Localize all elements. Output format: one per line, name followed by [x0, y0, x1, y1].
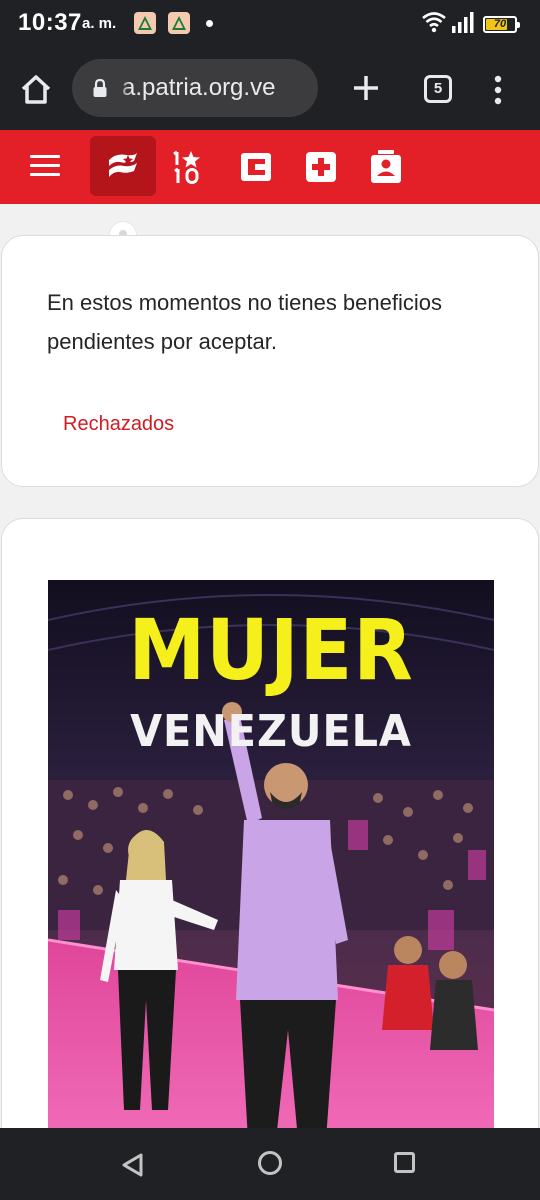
home-icon[interactable] [16, 70, 56, 110]
browser-toolbar: a.patria.org.ve 5 [0, 48, 540, 130]
battery-icon: 70 [483, 16, 520, 33]
empty-state-message: En estos momentos no tienes beneficios p… [47, 290, 443, 354]
banner-title: MUJER [128, 601, 414, 699]
more-vert-icon[interactable] [484, 70, 512, 110]
banner-image[interactable]: MUJER VENEZUELA [48, 580, 494, 1128]
status-bar: 10:37 a. m. 70 [0, 0, 540, 48]
lock-icon [93, 78, 107, 97]
health-cross-icon[interactable] [303, 149, 339, 185]
notification-dot-icon [206, 20, 213, 27]
banner-subtitle: VENEZUELA [130, 706, 412, 757]
menu-icon[interactable] [30, 155, 60, 179]
banner-card: MUJER VENEZUELA [1, 518, 539, 1128]
android-nav-bar [0, 1128, 540, 1200]
battery-tip [517, 22, 520, 28]
recents-icon[interactable] [394, 1152, 415, 1173]
page-content: En estos momentos no tienes beneficios p… [0, 204, 540, 1128]
nav-home-tab[interactable] [90, 136, 156, 196]
wallet-icon[interactable] [238, 149, 274, 185]
home-circle-icon[interactable] [258, 1151, 282, 1175]
url-text: a.patria.org.ve [122, 74, 276, 101]
url-fade [116, 59, 130, 117]
leaf-notification-icon [134, 12, 156, 34]
status-time: 10:37 [18, 9, 82, 36]
profile-card-icon[interactable] [368, 149, 404, 185]
rejected-link[interactable]: Rechazados [63, 413, 174, 436]
back-icon[interactable] [120, 1152, 146, 1178]
pending-benefits-card: En estos momentos no tienes beneficios p… [1, 235, 539, 487]
1x10-icon[interactable] [170, 149, 206, 185]
status-ampm: a. m. [82, 15, 117, 32]
leaf-notification-icon [168, 12, 190, 34]
app-nav-bar [0, 130, 540, 204]
wifi-icon [422, 12, 446, 33]
battery-level: 70 [493, 18, 507, 30]
url-bar[interactable]: a.patria.org.ve [72, 59, 318, 117]
tabs-button[interactable]: 5 [424, 75, 452, 103]
plus-icon[interactable] [348, 68, 384, 108]
patria-logo-icon [109, 153, 137, 177]
signal-icon [452, 12, 474, 33]
